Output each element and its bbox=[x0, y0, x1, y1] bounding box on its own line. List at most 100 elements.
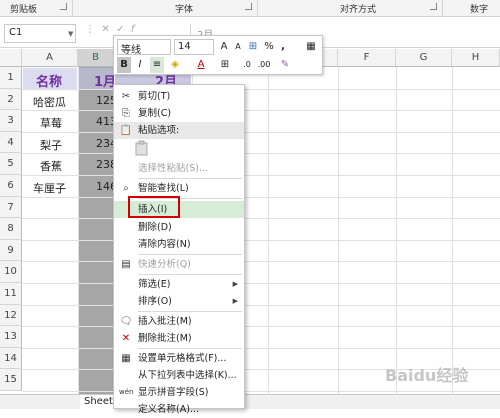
menu-item-format-cells[interactable]: ▦ 设置单元格格式(F)... bbox=[114, 350, 244, 367]
gridline bbox=[22, 239, 500, 241]
menu-item-quick-analysis[interactable]: ▤ 快速分析(Q) bbox=[114, 256, 244, 273]
menu-item-label: 清除内容(N) bbox=[138, 239, 191, 250]
alignment-launcher-icon[interactable] bbox=[430, 3, 437, 10]
cell-a6[interactable]: 车厘子 bbox=[33, 180, 66, 196]
row-header-8[interactable]: 8 bbox=[0, 218, 22, 240]
menu-item-filter[interactable]: 筛选(E) ▶ bbox=[114, 276, 244, 293]
gridline bbox=[22, 304, 500, 306]
menu-item-sort[interactable]: 排序(O) ▶ bbox=[114, 293, 244, 310]
menu-item-copy[interactable]: ⎘ 复制(C) bbox=[114, 105, 244, 122]
menu-item-label: 选择性粘贴(S)... bbox=[138, 163, 209, 174]
font-name-select[interactable]: 等线 bbox=[117, 39, 171, 56]
gridline bbox=[22, 153, 500, 155]
column-header-b[interactable]: B bbox=[78, 49, 114, 67]
row-header-2[interactable]: 2 bbox=[0, 88, 22, 111]
gridline bbox=[22, 218, 500, 220]
worksheet-grid[interactable]: A B C D E F G H 名称 1月 2月 哈密瓜 125 草莓 413 … bbox=[0, 49, 500, 409]
row-header-1[interactable]: 1 bbox=[0, 67, 22, 89]
group-clipboard-label: 剪贴板 bbox=[10, 5, 38, 15]
italic-button[interactable]: I bbox=[133, 57, 147, 73]
row-header-10[interactable]: 10 bbox=[0, 261, 22, 283]
gridline bbox=[22, 175, 500, 176]
increase-decimal-icon[interactable]: .0 bbox=[240, 57, 254, 73]
format-painter-icon[interactable]: ▦ bbox=[304, 39, 318, 55]
row-header-3[interactable]: 3 bbox=[0, 110, 22, 132]
chevron-right-icon: ▶ bbox=[232, 297, 238, 305]
row-header-6[interactable]: 6 bbox=[0, 175, 22, 197]
font-color-icon[interactable]: A bbox=[194, 57, 208, 73]
shrink-font-icon[interactable]: A bbox=[231, 39, 245, 55]
menu-item-label: 插入批注(M) bbox=[138, 316, 192, 327]
gridline bbox=[22, 88, 500, 90]
column-header-h[interactable]: H bbox=[452, 49, 500, 67]
row-header-12[interactable]: 12 bbox=[0, 304, 22, 327]
context-menu: ✂ 剪切(T) ⎘ 复制(C) 📋 粘贴选项: 选择性粘贴(S)... ⌕ 智能查找(L… bbox=[113, 84, 245, 415]
row-header-9[interactable]: 9 bbox=[0, 239, 22, 262]
menu-item-delete-comment[interactable]: ✕ 删除批注(M) bbox=[114, 330, 244, 347]
search-icon: ⌕ bbox=[123, 183, 129, 194]
column-header-f[interactable]: F bbox=[338, 49, 396, 67]
bold-button[interactable]: B bbox=[117, 57, 131, 73]
mini-toolbar: 等线 14 A A ⊞ % , ▦ B I ≡ ◈ A ⊞ .0 .00 ✎ bbox=[113, 35, 323, 75]
font-launcher-icon[interactable] bbox=[245, 3, 252, 10]
cell-a4[interactable]: 梨子 bbox=[40, 137, 62, 153]
menu-item-label: 从下拉列表中选择(K)... bbox=[138, 370, 237, 381]
comma-button[interactable]: , bbox=[276, 39, 290, 55]
menu-item-delete[interactable]: 删除(D) bbox=[114, 219, 244, 236]
menu-item-cut[interactable]: ✂ 剪切(T) bbox=[114, 88, 244, 105]
menu-item-label: 排序(O) bbox=[138, 296, 172, 307]
menu-item-label: 显示拼音字段(S) bbox=[138, 387, 209, 398]
sheet-tab-bar: Sheet1 bbox=[0, 394, 500, 410]
number-format-icon[interactable]: ⊞ bbox=[246, 39, 260, 55]
cell-a1[interactable]: 名称 bbox=[36, 71, 62, 90]
clipboard-launcher-icon[interactable] bbox=[60, 3, 67, 10]
cell-a5[interactable]: 香蕉 bbox=[40, 158, 62, 174]
gridline bbox=[22, 283, 500, 284]
menu-item-label: 定义名称(A)... bbox=[138, 404, 199, 415]
menu-item-label: 删除批注(M) bbox=[138, 333, 192, 344]
brush-icon[interactable]: ✎ bbox=[278, 57, 292, 73]
paste-clipboard-icon[interactable] bbox=[134, 140, 150, 156]
grow-font-icon[interactable]: A bbox=[217, 39, 231, 55]
name-box[interactable]: C1 bbox=[4, 24, 76, 43]
quick-analysis-icon: ▤ bbox=[121, 259, 131, 270]
menu-item-pick-list[interactable]: 从下拉列表中选择(K)... bbox=[114, 367, 244, 384]
column-header-a[interactable]: A bbox=[22, 49, 78, 67]
gridline bbox=[22, 347, 500, 349]
menu-divider bbox=[138, 178, 242, 179]
percent-button[interactable]: % bbox=[262, 39, 276, 55]
row-header-7[interactable]: 7 bbox=[0, 196, 22, 219]
align-center-icon[interactable]: ≡ bbox=[150, 57, 164, 73]
fill-color-icon[interactable]: ◈ bbox=[168, 57, 182, 73]
select-all-corner[interactable] bbox=[0, 49, 22, 67]
menu-divider bbox=[138, 274, 242, 275]
menu-item-label: 智能查找(L) bbox=[138, 183, 189, 194]
font-size-select[interactable]: 14 bbox=[174, 39, 214, 55]
row-header-4[interactable]: 4 bbox=[0, 131, 22, 154]
menu-item-clear[interactable]: 清除内容(N) bbox=[114, 236, 244, 253]
callout-highlight-box bbox=[128, 196, 180, 218]
menu-item-define-name[interactable]: 定义名称(A)... bbox=[114, 401, 244, 418]
row-header-13[interactable]: 13 bbox=[0, 326, 22, 348]
gridline bbox=[268, 67, 269, 409]
gridline bbox=[452, 67, 453, 409]
cell-a2[interactable]: 哈密瓜 bbox=[33, 94, 66, 110]
row-header-11[interactable]: 11 bbox=[0, 283, 22, 305]
menu-item-label: 复制(C) bbox=[138, 108, 172, 119]
cell-a3[interactable]: 草莓 bbox=[40, 115, 62, 131]
row-header-14[interactable]: 14 bbox=[0, 347, 22, 370]
menu-item-insert-comment[interactable]: 🗨 插入批注(M) bbox=[114, 313, 244, 330]
menu-item-paste-special[interactable]: 选择性粘贴(S)... bbox=[114, 160, 244, 177]
menu-item-phonetic[interactable]: wén 显示拼音字段(S) bbox=[114, 384, 244, 401]
menu-divider bbox=[138, 348, 242, 349]
column-header-g[interactable]: G bbox=[396, 49, 452, 67]
chevron-down-icon[interactable]: ▼ bbox=[68, 30, 73, 38]
border-icon[interactable]: ⊞ bbox=[218, 57, 232, 73]
menu-item-label: 快速分析(Q) bbox=[138, 259, 191, 270]
row-header-15[interactable]: 15 bbox=[0, 369, 22, 391]
decrease-decimal-icon[interactable]: .00 bbox=[257, 57, 271, 73]
menu-section-paste-options: 📋 粘贴选项: bbox=[114, 122, 244, 139]
gridline bbox=[22, 391, 500, 392]
menu-item-smart-lookup[interactable]: ⌕ 智能查找(L) bbox=[114, 180, 244, 197]
row-header-5[interactable]: 5 bbox=[0, 153, 22, 175]
